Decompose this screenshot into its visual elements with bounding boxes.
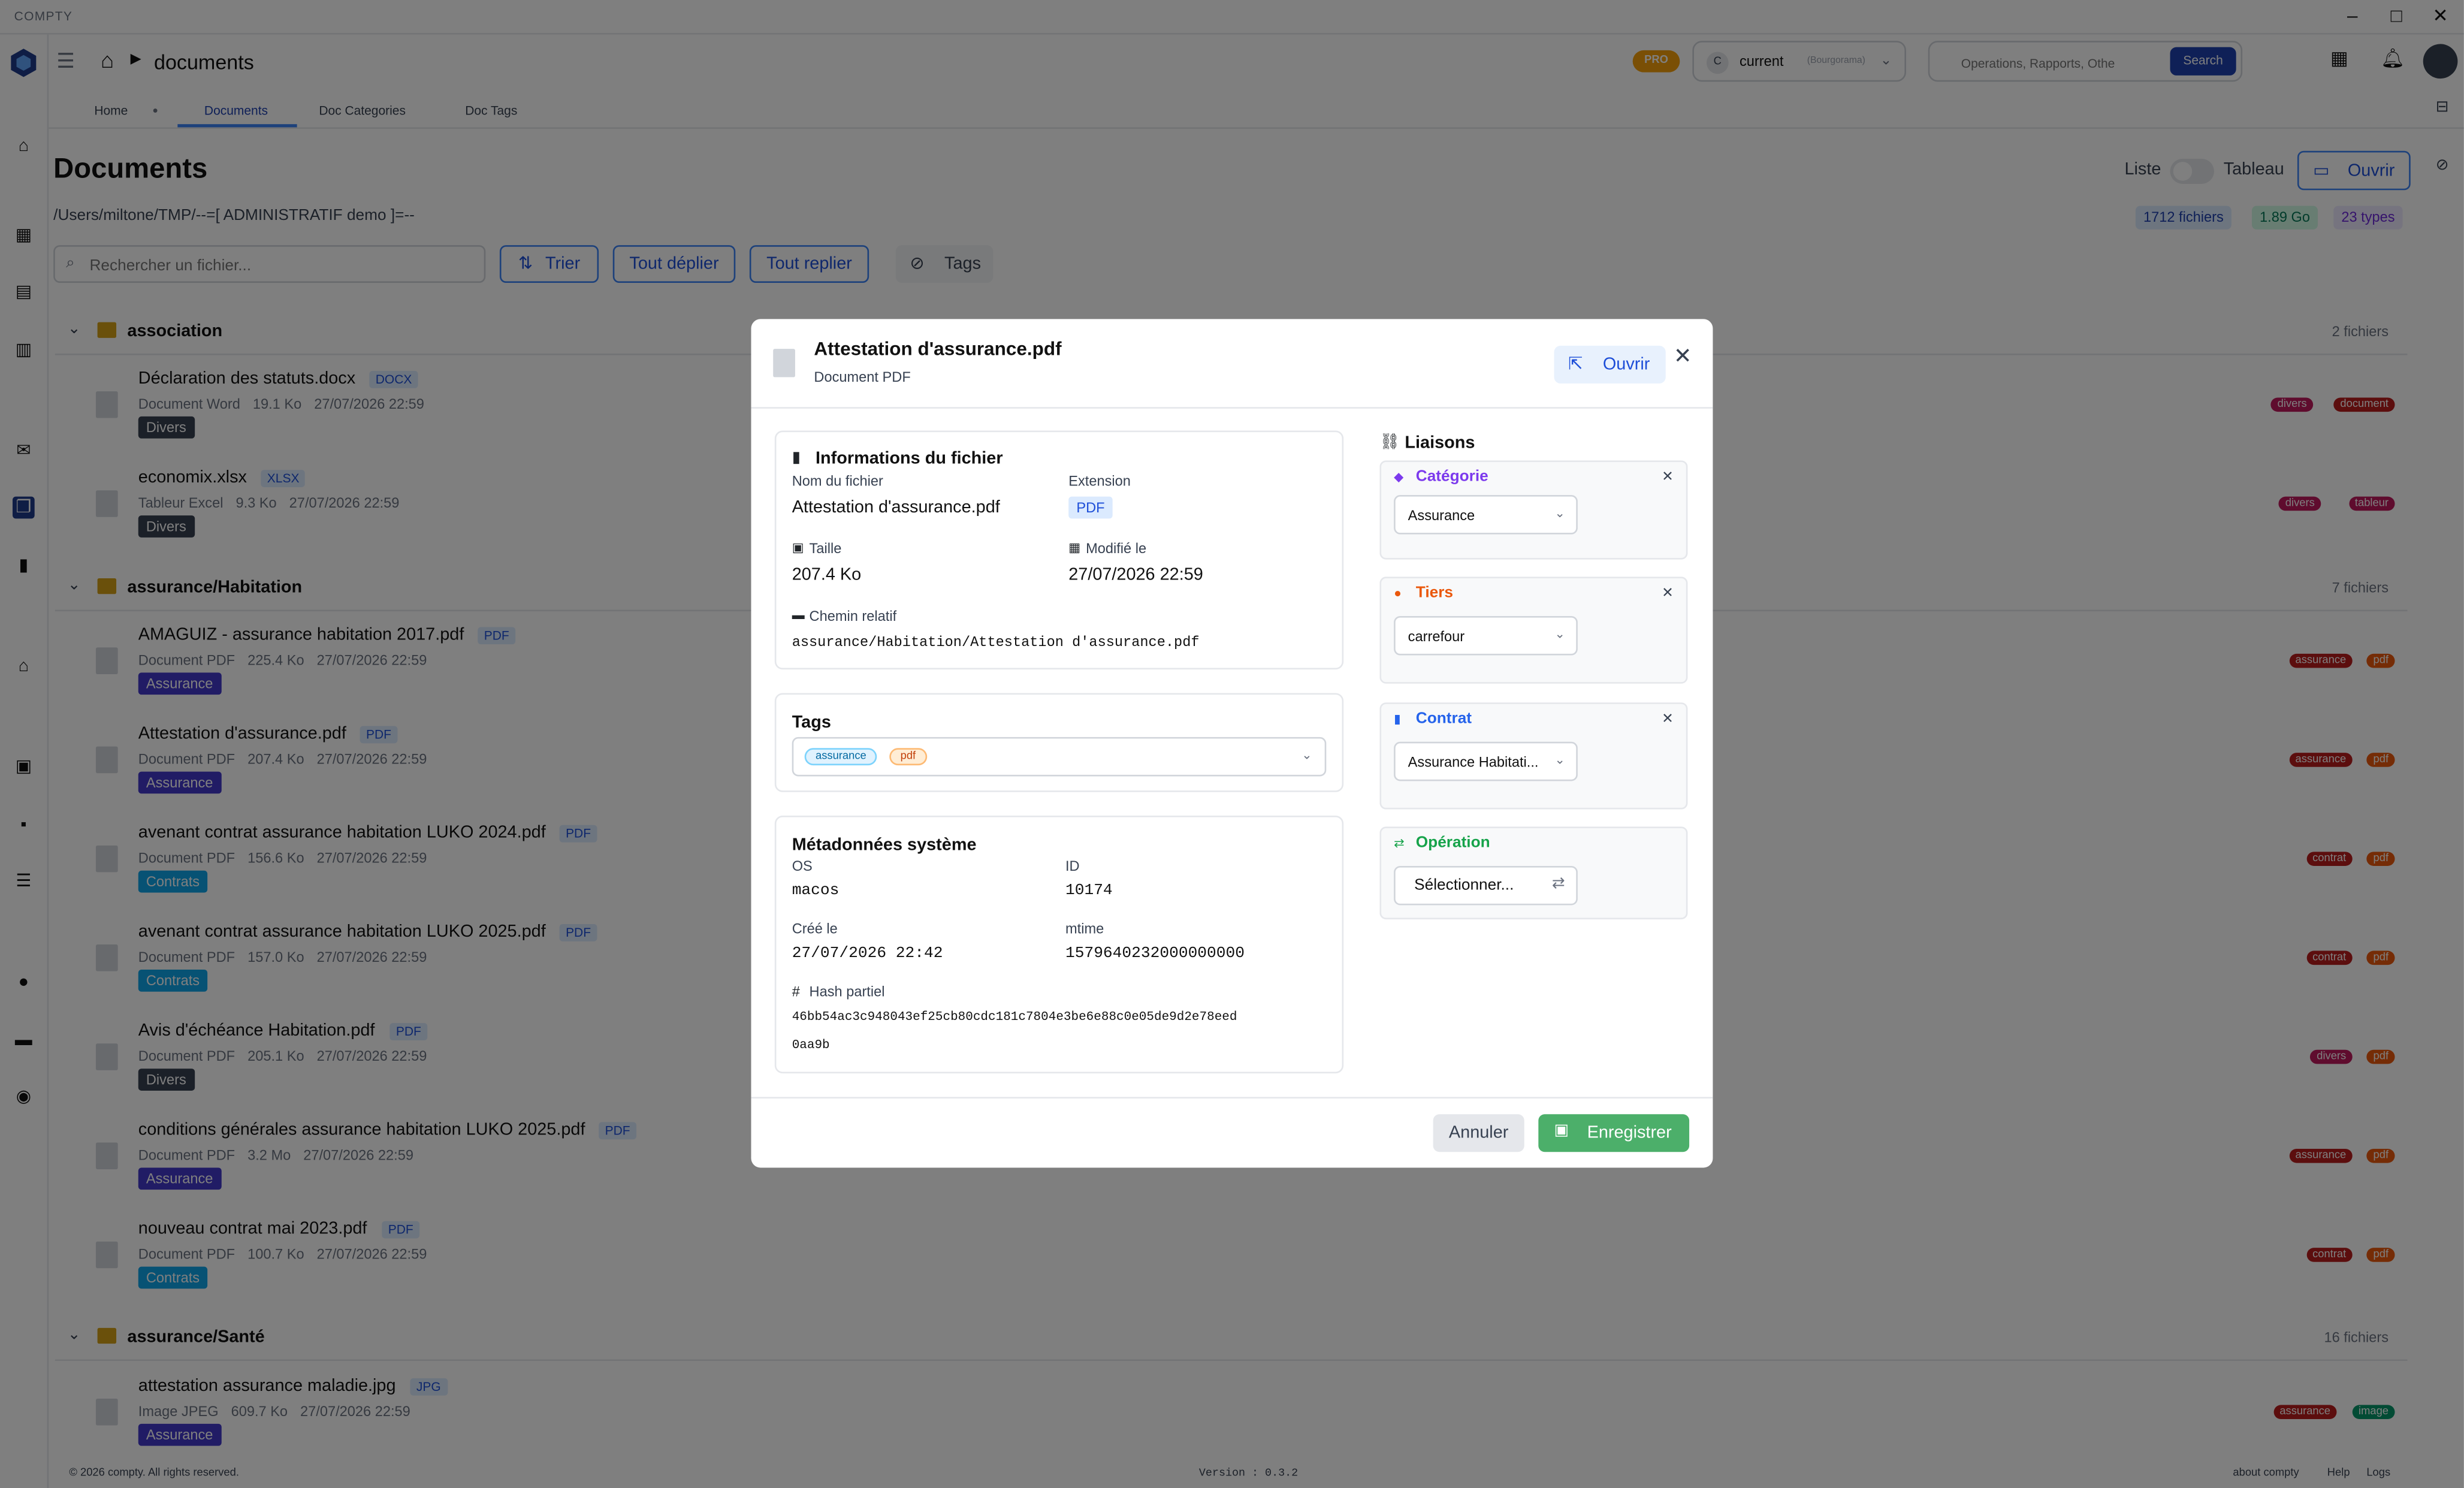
hash-value-line1: 46bb54ac3c948043ef25cb80cdc181c7804e3be6…	[792, 1010, 1237, 1025]
tiers-link-label: Tiers	[1415, 584, 1454, 602]
contract-link-card: ▮ Contrat ✕ Assurance Habitati... ⌄	[1379, 702, 1688, 810]
file-info-heading: Informations du fichier	[816, 449, 1003, 469]
category-link-card: ◆ Catégorie ✕ Assurance ⌄	[1379, 460, 1688, 560]
system-metadata-card: Métadonnées système OS macos ID 10174 Cr…	[774, 816, 1344, 1074]
cancel-button[interactable]: Annuler	[1433, 1114, 1524, 1152]
divider	[751, 1097, 1713, 1099]
chevron-down-icon: ⌄	[1554, 627, 1565, 641]
extension-badge: PDF	[1068, 496, 1113, 519]
layers-icon: ◆	[1394, 470, 1404, 484]
divider	[751, 407, 1713, 409]
modal-open-button[interactable]: ⇱ Ouvrir	[1554, 345, 1666, 384]
scale-icon: ▣	[792, 541, 804, 555]
modal-subtitle: Document PDF	[814, 369, 911, 385]
file-info-card: ▮ Informations du fichier Nom du fichier…	[774, 430, 1344, 670]
tiers-link-card: ● Tiers ✕ carrefour ⌄	[1379, 577, 1688, 684]
os-value: macos	[792, 883, 840, 901]
modified-value: 27/07/2026 22:59	[1068, 566, 1203, 585]
category-select[interactable]: Assurance ⌄	[1394, 495, 1578, 535]
created-value: 27/07/2026 22:42	[792, 946, 943, 964]
extension-label: Extension	[1068, 473, 1131, 489]
calendar-icon: ▦	[1068, 541, 1081, 555]
tag-chip[interactable]: pdf	[889, 748, 927, 766]
size-label: Taille	[809, 541, 842, 557]
save-label: Enregistrer	[1587, 1124, 1672, 1143]
id-label: ID	[1065, 858, 1080, 874]
os-label: OS	[792, 858, 813, 874]
mtime-value: 1579640232000000000	[1065, 946, 1245, 964]
remove-tiers-icon[interactable]: ✕	[1662, 585, 1674, 602]
tags-card: Tags assurance pdf ⌄	[774, 693, 1344, 792]
category-value: Assurance	[1408, 508, 1475, 524]
name-label: Nom du fichier	[792, 473, 883, 489]
remove-category-icon[interactable]: ✕	[1662, 468, 1674, 485]
mtime-label: mtime	[1065, 920, 1104, 937]
created-label: Créé le	[792, 920, 838, 937]
file-icon	[773, 349, 795, 378]
chevron-down-icon: ⌄	[1302, 748, 1312, 762]
path-value: assurance/Habitation/Attestation d'assur…	[792, 635, 1200, 651]
modal-open-label: Ouvrir	[1602, 355, 1650, 375]
file-icon: ▮	[792, 449, 801, 467]
file-details-modal: Attestation d'assurance.pdf Document PDF…	[751, 319, 1713, 1168]
transfer-icon: ⇄	[1551, 875, 1565, 893]
file-name-value: Attestation d'assurance.pdf	[792, 498, 1000, 517]
hash-label: Hash partiel	[809, 983, 885, 1000]
contract-select[interactable]: Assurance Habitati... ⌄	[1394, 741, 1578, 781]
close-icon[interactable]: ✕	[1674, 343, 1692, 370]
folder-icon: ▬	[792, 608, 805, 623]
hash-value-line2: 0aa9b	[792, 1039, 830, 1054]
tags-heading: Tags	[792, 713, 831, 733]
contract-icon: ▮	[1394, 711, 1401, 726]
save-button[interactable]: ▣ Enregistrer	[1538, 1114, 1690, 1152]
people-icon: ●	[1394, 586, 1402, 600]
hash-icon: #	[792, 983, 800, 1000]
link-icon: ⛓	[1379, 433, 1400, 451]
id-value: 10174	[1065, 883, 1113, 901]
transfer-icon: ⇄	[1394, 836, 1405, 850]
operation-select-button[interactable]: Sélectionner... ⇄	[1394, 865, 1578, 906]
system-heading: Métadonnées système	[792, 836, 977, 855]
operation-link-label: Opération	[1415, 834, 1490, 852]
chevron-down-icon: ⌄	[1554, 753, 1565, 767]
tag-chip[interactable]: assurance	[804, 748, 878, 766]
category-link-label: Catégorie	[1415, 468, 1488, 486]
liaisons-heading: Liaisons	[1405, 433, 1475, 453]
path-label: Chemin relatif	[809, 608, 897, 624]
remove-contract-icon[interactable]: ✕	[1662, 710, 1674, 728]
external-link-icon: ⇱	[1568, 355, 1583, 375]
tiers-value: carrefour	[1408, 628, 1465, 645]
operation-link-card: ⇄ Opération Sélectionner... ⇄	[1379, 826, 1688, 920]
tags-select[interactable]: assurance pdf ⌄	[792, 737, 1327, 777]
save-icon: ▣	[1554, 1122, 1569, 1140]
size-value: 207.4 Ko	[792, 566, 862, 585]
contract-value: Assurance Habitati...	[1408, 754, 1539, 770]
chevron-down-icon: ⌄	[1554, 506, 1565, 521]
modified-label: Modifié le	[1086, 541, 1147, 557]
operation-value: Sélectionner...	[1414, 877, 1514, 895]
contract-link-label: Contrat	[1415, 710, 1472, 728]
tiers-select[interactable]: carrefour ⌄	[1394, 615, 1578, 656]
modal-title: Attestation d'assurance.pdf	[814, 337, 1062, 360]
